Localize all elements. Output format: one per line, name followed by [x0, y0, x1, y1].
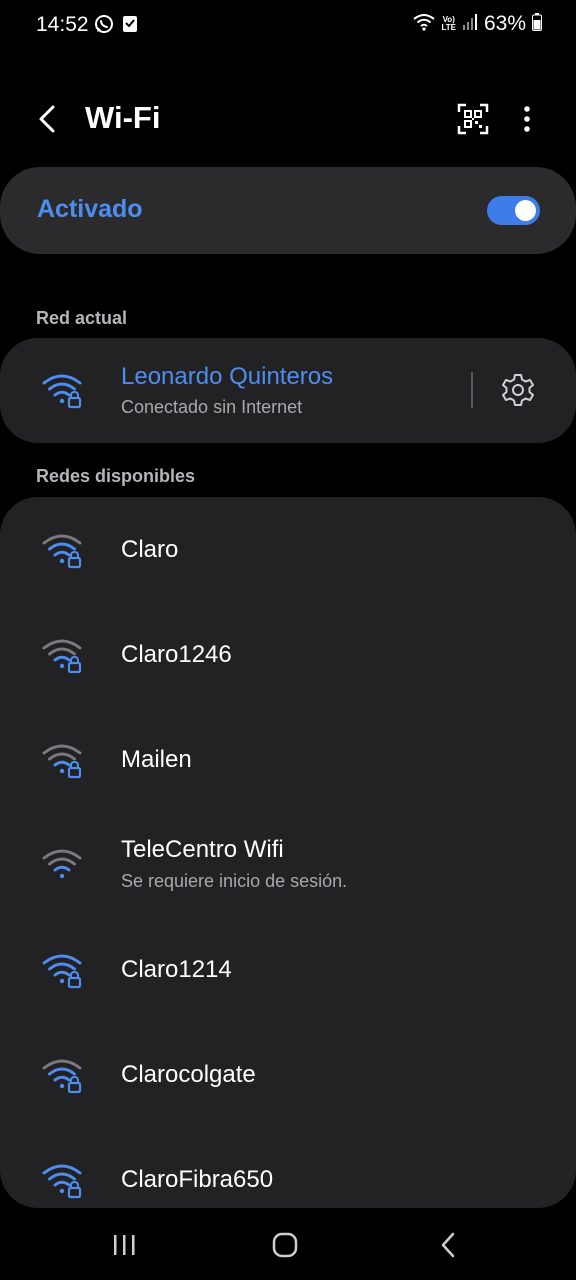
wifi-lock-icon: [42, 374, 82, 409]
network-name: Clarocolgate: [121, 1061, 256, 1088]
network-name: ClaroFibra650: [121, 1166, 274, 1193]
wifi-icon: [413, 13, 436, 36]
status-bar: 14:52 Vo) LTE 63%: [0, 0, 576, 52]
qr-code-icon: [457, 103, 489, 135]
back-arrow-icon: [39, 105, 55, 133]
back-button[interactable]: [30, 102, 64, 136]
home-button[interactable]: [267, 1230, 303, 1260]
network-item-claro1214[interactable]: Claro1214: [0, 917, 576, 1022]
app-bar: Wi-Fi: [0, 88, 576, 152]
download-icon: [122, 15, 138, 38]
network-name: TeleCentro Wifi: [121, 836, 284, 863]
gear-icon: [502, 374, 534, 406]
toggle-knob: [515, 200, 536, 221]
divider: [471, 372, 473, 408]
navigation-bar: [0, 1208, 576, 1280]
battery-text: 63%: [483, 12, 526, 35]
network-name: Claro: [121, 536, 179, 563]
back-icon: [441, 1232, 455, 1258]
whatsapp-icon: [94, 14, 114, 39]
wifi-lock-icon: [42, 1164, 82, 1199]
wifi-lock-icon: [42, 954, 82, 989]
network-item-mailen[interactable]: Mailen: [0, 707, 576, 812]
signal-icon: [462, 13, 478, 36]
page-title: Wi-Fi: [85, 100, 161, 135]
network-settings-button[interactable]: [500, 372, 536, 408]
network-subtitle: Se requiere inicio de sesión.: [121, 871, 348, 891]
status-time: 14:52: [36, 13, 89, 36]
network-item-clarocolgate[interactable]: Clarocolgate: [0, 1022, 576, 1127]
wifi-lock-icon: [42, 744, 82, 779]
nav-back-button[interactable]: [430, 1230, 466, 1260]
more-vert-icon: [524, 106, 530, 132]
current-network-name: Leonardo Quinteros: [121, 363, 334, 390]
battery-icon: [532, 12, 542, 36]
section-label-available: Redes disponibles: [36, 466, 196, 486]
current-network-card[interactable]: Leonardo Quinteros Conectado sin Interne…: [0, 338, 576, 443]
wifi-icon: [42, 849, 82, 879]
wifi-lock-icon: [42, 639, 82, 674]
more-options-button[interactable]: [510, 102, 544, 136]
network-name: Claro1246: [121, 641, 232, 668]
volte-icon: Vo) LTE: [441, 15, 456, 32]
recents-icon: [114, 1235, 135, 1255]
network-item-clarofibra650[interactable]: ClaroFibra650: [0, 1127, 576, 1208]
available-networks-list: Claro Claro1246 Mailen TeleCentro Wifi S…: [0, 497, 576, 1208]
toggle-label: Activado: [37, 195, 143, 223]
wifi-lock-icon: [42, 1059, 82, 1094]
network-item-telecentro[interactable]: TeleCentro Wifi Se requiere inicio de se…: [0, 812, 576, 917]
wifi-toggle-switch[interactable]: [487, 196, 540, 225]
network-item-claro[interactable]: Claro: [0, 497, 576, 602]
network-name: Claro1214: [121, 956, 232, 983]
section-label-current: Red actual: [36, 308, 128, 328]
network-item-claro1246[interactable]: Claro1246: [0, 602, 576, 707]
wifi-lock-icon: [42, 534, 82, 569]
qr-scan-button[interactable]: [456, 102, 490, 136]
current-network-status: Conectado sin Internet: [121, 397, 303, 417]
recents-button[interactable]: [106, 1230, 142, 1260]
home-icon: [272, 1232, 298, 1258]
network-name: Mailen: [121, 746, 192, 773]
